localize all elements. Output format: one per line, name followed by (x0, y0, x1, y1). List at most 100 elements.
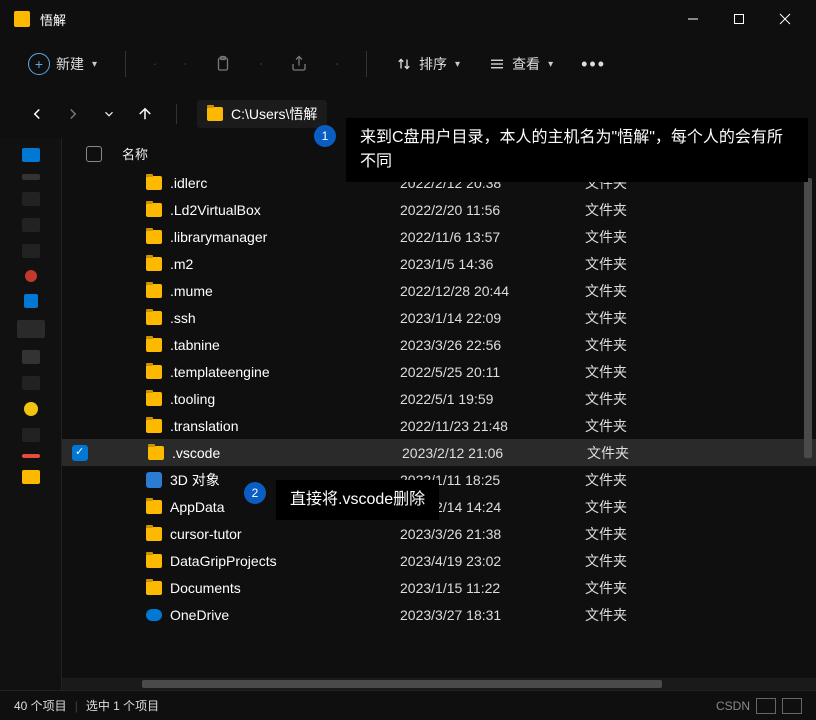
file-type: 文件夹 (585, 335, 730, 355)
sidebar-item[interactable] (22, 244, 40, 258)
table-row[interactable]: DataGripProjects2023/4/19 23:02文件夹 (62, 547, 816, 574)
icon-cell (148, 446, 172, 460)
file-type: 文件夹 (585, 308, 730, 328)
file-name: .mume (170, 283, 400, 299)
table-row[interactable]: cursor-tutor2023/3/26 21:38文件夹 (62, 520, 816, 547)
scrollbar-vertical[interactable] (804, 178, 814, 518)
more-button[interactable]: ••• (571, 48, 616, 81)
recent-button[interactable] (98, 103, 120, 125)
chevron-down-icon: ▾ (548, 59, 553, 70)
sidebar-item[interactable] (22, 376, 40, 390)
table-row[interactable]: Documents2023/1/15 11:22文件夹 (62, 574, 816, 601)
table-row[interactable]: .m22023/1/5 14:36文件夹 (62, 250, 816, 277)
copy-button[interactable] (174, 53, 196, 75)
separator (366, 51, 367, 77)
table-row[interactable]: .librarymanager2022/11/6 13:57文件夹 (62, 223, 816, 250)
cut-button[interactable] (144, 53, 166, 75)
sidebar-item[interactable] (24, 294, 38, 308)
sidebar-item[interactable] (22, 148, 40, 162)
table-row[interactable]: .ssh2023/1/14 22:09文件夹 (62, 304, 816, 331)
titlebar[interactable]: 悟解 (0, 0, 816, 38)
sidebar-item[interactable] (24, 402, 38, 416)
folder-icon (146, 230, 162, 244)
table-row[interactable]: OneDrive2023/3/27 18:31文件夹 (62, 601, 816, 628)
file-date: 2022/11/23 21:48 (400, 418, 585, 434)
table-row[interactable]: .tabnine2023/3/26 22:56文件夹 (62, 331, 816, 358)
file-list[interactable]: .idlerc2022/2/12 20:38文件夹.Ld2VirtualBox2… (62, 169, 816, 678)
file-date: 2022/5/25 20:11 (400, 364, 585, 380)
back-button[interactable] (26, 103, 48, 125)
share-button[interactable] (280, 49, 318, 79)
separator: | (75, 699, 78, 713)
file-date: 2022/11/6 13:57 (400, 229, 585, 245)
file-date: 2023/3/26 21:38 (400, 526, 585, 542)
sidebar-item[interactable] (22, 454, 40, 458)
view-icon (488, 55, 506, 73)
delete-button[interactable] (326, 53, 348, 75)
sidebar-item[interactable] (25, 270, 37, 282)
file-name: .vscode (172, 445, 402, 461)
maximize-button[interactable] (716, 0, 762, 38)
folder-icon (146, 338, 162, 352)
file-date: 2023/1/15 11:22 (400, 580, 585, 596)
file-name: .m2 (170, 256, 400, 272)
scrollbar-thumb[interactable] (142, 680, 662, 688)
rename-button[interactable] (250, 53, 272, 75)
icon-cell (146, 527, 170, 541)
file-type: 文件夹 (585, 362, 730, 382)
folder-icon (146, 257, 162, 271)
folder-icon (146, 392, 162, 406)
annotation-badge-2: 2 (244, 482, 266, 504)
annotation-badge-1: 1 (314, 125, 336, 147)
view-button[interactable]: 查看 ▾ (478, 48, 563, 80)
file-name: .Ld2VirtualBox (170, 202, 400, 218)
icons-view-button[interactable] (782, 698, 802, 714)
paste-button[interactable] (204, 49, 242, 79)
scrollbar-thumb[interactable] (804, 178, 812, 458)
table-row[interactable]: .mume2022/12/28 20:44文件夹 (62, 277, 816, 304)
folder-icon (146, 527, 162, 541)
file-type: 文件夹 (585, 497, 730, 517)
folder-icon (146, 203, 162, 217)
close-button[interactable] (762, 0, 808, 38)
table-row[interactable]: .Ld2VirtualBox2022/2/20 11:56文件夹 (62, 196, 816, 223)
file-date: 2022/5/1 19:59 (400, 391, 585, 407)
table-row[interactable]: .vscode2023/2/12 21:06文件夹 (62, 439, 816, 466)
details-view-button[interactable] (756, 698, 776, 714)
sidebar-item[interactable] (22, 192, 40, 206)
sidebar-item[interactable] (22, 218, 40, 232)
icon-cell (146, 500, 170, 514)
row-checkbox[interactable] (72, 445, 88, 461)
toolbar: + 新建 ▾ 排序 ▾ 查看 ▾ ••• (0, 38, 816, 90)
scrollbar-horizontal[interactable] (62, 678, 816, 690)
file-type: 文件夹 (585, 605, 730, 625)
breadcrumb[interactable]: C:\Users\悟解 (197, 100, 327, 128)
sidebar-item[interactable] (22, 350, 40, 364)
select-all-checkbox[interactable] (86, 146, 102, 162)
file-date: 2023/3/26 22:56 (400, 337, 585, 353)
new-button[interactable]: + 新建 ▾ (18, 47, 107, 81)
file-name: DataGripProjects (170, 553, 400, 569)
forward-button[interactable] (62, 103, 84, 125)
chevron-down-icon: ▾ (92, 59, 97, 70)
view-label: 查看 (512, 54, 540, 74)
file-date: 2023/4/19 23:02 (400, 553, 585, 569)
sidebar-item[interactable] (17, 320, 45, 338)
table-row[interactable]: .translation2022/11/23 21:48文件夹 (62, 412, 816, 439)
up-button[interactable] (134, 103, 156, 125)
table-row[interactable]: .templateengine2022/5/25 20:11文件夹 (62, 358, 816, 385)
table-row[interactable]: .tooling2022/5/1 19:59文件夹 (62, 385, 816, 412)
icon-cell (146, 472, 170, 488)
sidebar-item[interactable] (22, 174, 40, 180)
file-date: 2022/2/20 11:56 (400, 202, 585, 218)
file-type: 文件夹 (585, 200, 730, 220)
minimize-button[interactable] (670, 0, 716, 38)
file-name: .translation (170, 418, 400, 434)
sidebar-item[interactable] (22, 428, 40, 442)
sidebar[interactable] (0, 138, 62, 690)
watermark: CSDN (716, 699, 750, 713)
file-date: 2023/2/12 21:06 (402, 445, 587, 461)
sidebar-item[interactable] (22, 470, 40, 484)
icon-cell (146, 284, 170, 298)
sort-button[interactable]: 排序 ▾ (385, 48, 470, 80)
